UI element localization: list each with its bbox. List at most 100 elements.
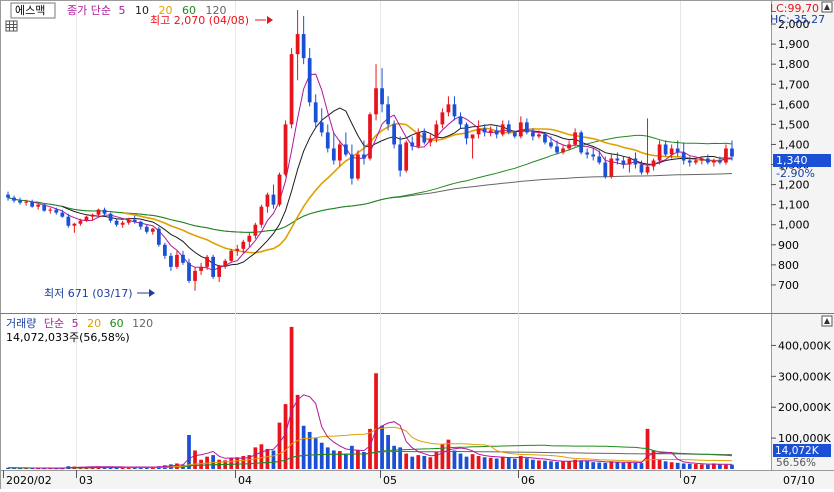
candle-body xyxy=(313,102,318,123)
candle-body xyxy=(712,160,716,163)
candle-body xyxy=(555,146,559,153)
volume-ma-120: 120 xyxy=(132,317,153,330)
volume-bar xyxy=(398,447,403,469)
volume-bar xyxy=(416,455,421,469)
candle-body xyxy=(42,204,47,211)
candle-body xyxy=(108,213,113,221)
candle-body xyxy=(78,220,83,224)
change-percent: -2.90% xyxy=(776,167,815,180)
candle-body xyxy=(150,228,155,232)
volume-bar xyxy=(289,326,294,469)
candle-body xyxy=(72,223,77,226)
price-tick-label: 1,200 xyxy=(778,179,810,192)
candle-body xyxy=(259,206,264,225)
candle-body xyxy=(458,116,463,125)
volume-bar xyxy=(615,461,620,469)
volume-bar xyxy=(380,425,384,469)
grid-table-icon[interactable] xyxy=(5,20,18,32)
candle xyxy=(283,120,288,177)
candle-body xyxy=(30,201,35,207)
candle-body xyxy=(657,144,662,161)
candle xyxy=(356,150,360,181)
candle-body xyxy=(549,142,553,147)
volume-ma-5: 5 xyxy=(72,317,79,330)
candle xyxy=(289,48,294,129)
candle-body xyxy=(102,209,107,214)
volume-tick-label: 300,000K xyxy=(778,370,831,383)
candle-body xyxy=(271,194,276,205)
date-tick-label: 03 xyxy=(79,474,93,487)
volume-bar xyxy=(681,463,686,469)
candle-body xyxy=(693,160,698,163)
date-tick-label: 07 xyxy=(683,474,697,487)
candle-body xyxy=(54,209,59,213)
candle-body xyxy=(319,122,324,133)
candle xyxy=(368,112,372,161)
volume-bar xyxy=(543,460,547,469)
candle-body xyxy=(724,148,728,163)
candle xyxy=(579,130,584,155)
volume-bar xyxy=(500,456,505,469)
price-tick-label: 1,000 xyxy=(778,219,810,232)
candle-body xyxy=(669,148,674,155)
candle-body xyxy=(247,235,252,242)
volume-bar xyxy=(579,460,584,469)
maximize-price-panel-button[interactable] xyxy=(821,1,833,13)
volume-bar xyxy=(428,457,433,469)
candle-body xyxy=(12,197,16,201)
candle-body xyxy=(597,156,602,163)
candle-body xyxy=(452,104,457,117)
candle-body xyxy=(573,132,577,145)
candle-body xyxy=(531,132,535,137)
candle-body xyxy=(512,132,517,137)
maximize-volume-panel-button[interactable] xyxy=(821,315,833,327)
candle-body xyxy=(66,216,71,226)
candle-body xyxy=(96,209,101,215)
volume-bar xyxy=(295,394,300,469)
volume-bar xyxy=(705,464,710,469)
volume-bar xyxy=(561,461,565,469)
price-ma-10: 10 xyxy=(135,4,149,17)
price-tick-label: 1,600 xyxy=(778,98,810,111)
price-ma-5: 5 xyxy=(118,4,125,17)
candle-body xyxy=(422,132,427,143)
candle-body xyxy=(440,112,445,125)
volume-bar xyxy=(368,428,372,469)
volume-bar xyxy=(537,460,541,469)
candle-body xyxy=(651,160,656,167)
volume-bar xyxy=(669,462,674,469)
candle-body xyxy=(90,214,95,217)
candle-body xyxy=(325,132,330,149)
candle-body xyxy=(181,254,185,263)
volume-bar xyxy=(199,459,203,469)
volume-bar xyxy=(488,457,493,469)
volume-bar xyxy=(470,454,475,469)
candle-body xyxy=(265,194,270,207)
candle-body xyxy=(156,228,161,245)
candle xyxy=(277,172,282,207)
candle-body xyxy=(446,104,451,113)
candle-body xyxy=(205,256,209,267)
candle-body xyxy=(138,221,143,227)
volume-bar xyxy=(603,462,608,469)
volume-ma-20: 20 xyxy=(87,317,101,330)
candle-body xyxy=(120,222,125,225)
volume-bar xyxy=(555,461,559,469)
stock-chart[interactable]: 7008009001,0001,1001,2001,3001,4001,5001… xyxy=(0,0,834,489)
candle-body xyxy=(60,212,65,217)
volume-bar xyxy=(494,458,499,469)
volume-bar xyxy=(531,459,535,469)
candle-body xyxy=(187,262,191,281)
candle xyxy=(42,203,47,212)
current-volume-value: 14,072K xyxy=(775,445,820,457)
candle-body xyxy=(705,158,710,163)
price-tick-label: 1,900 xyxy=(778,38,810,51)
candle-body xyxy=(362,154,366,159)
volume-bar xyxy=(627,462,632,469)
candle-body xyxy=(524,122,529,133)
candle xyxy=(404,140,409,173)
volume-bar xyxy=(693,464,698,469)
volume-bar xyxy=(724,464,728,469)
high-price-label: 최고 2,070 (04/08) xyxy=(150,14,249,27)
candle-body xyxy=(591,154,596,157)
